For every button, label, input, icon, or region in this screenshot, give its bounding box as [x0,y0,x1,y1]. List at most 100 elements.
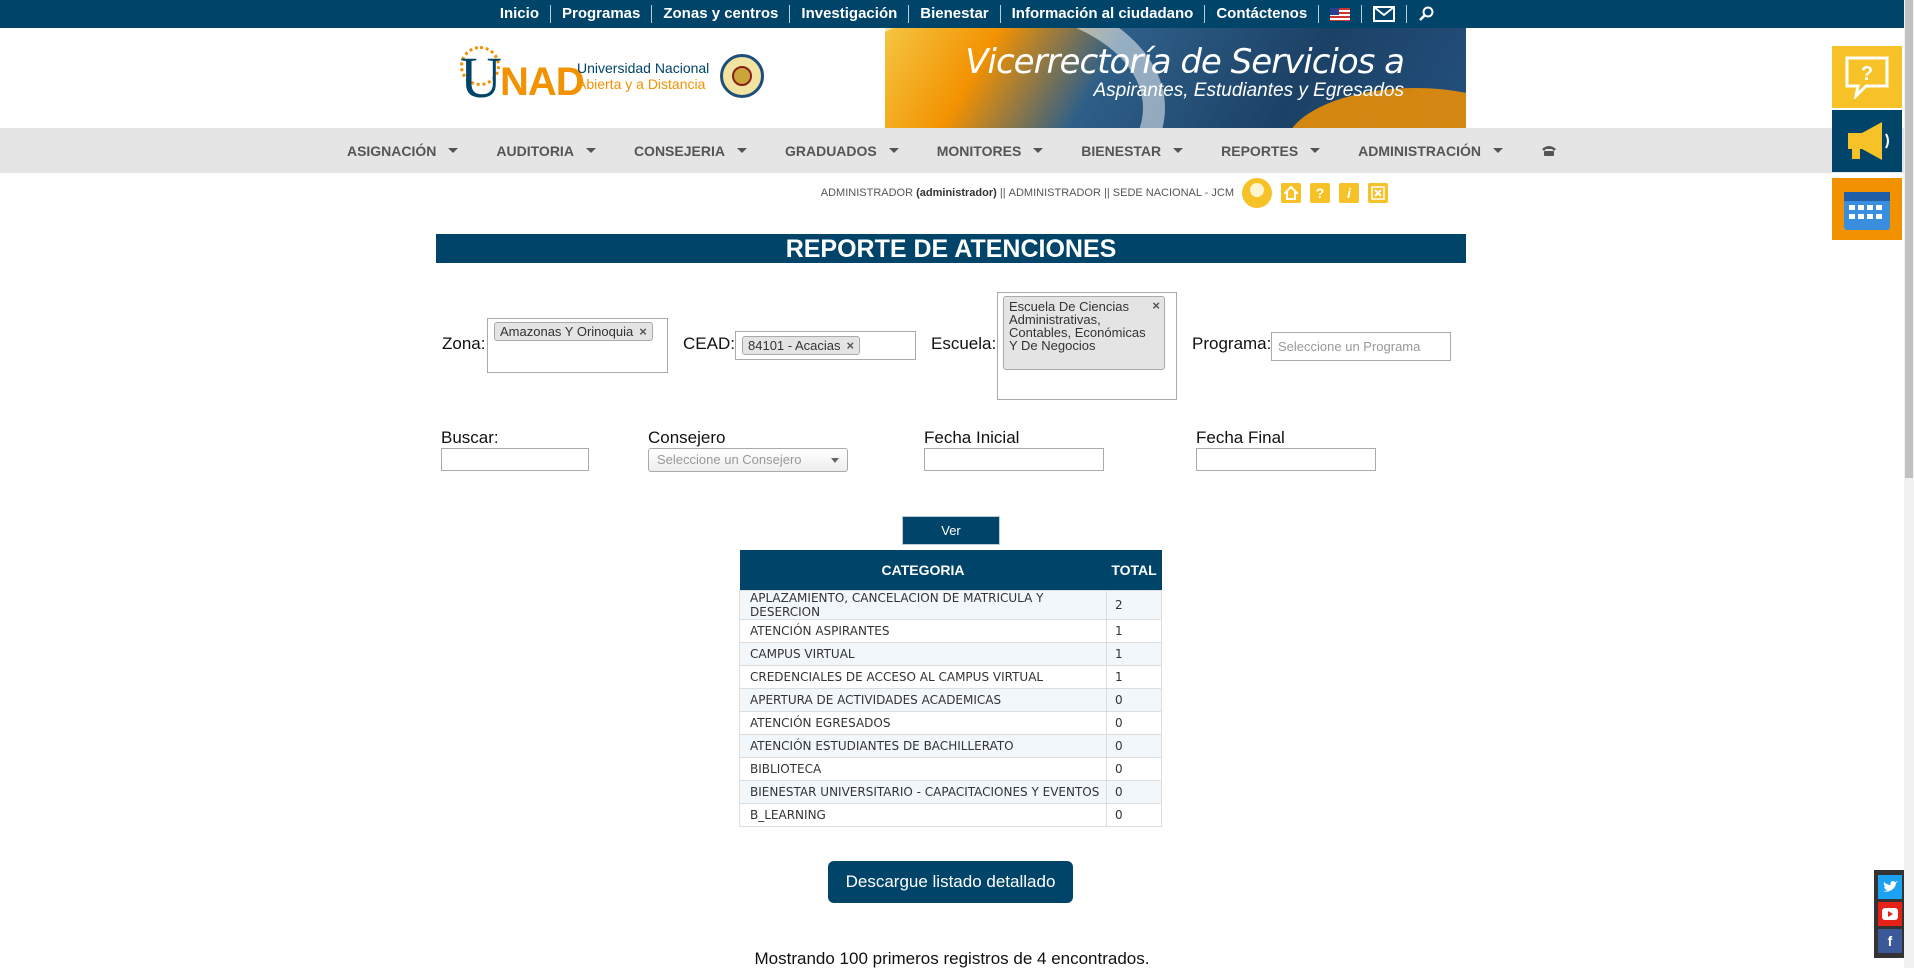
question-bubble-icon[interactable]: ? [1832,46,1902,108]
menu-graduados[interactable]: GRADUADOS [766,143,918,159]
separator: || [999,187,1006,199]
caret-down-icon [448,148,459,153]
tag-label: Escuela De Ciencias Administrativas, Con… [1009,299,1146,353]
menu-reportes[interactable]: REPORTES [1202,143,1339,159]
nav-link-informacion[interactable]: Información al ciudadano [1001,5,1206,23]
cead-selected-tag: 84101 - Acacias × [742,336,861,355]
total-cell: 1 [1106,664,1162,689]
user-role: ADMINISTRADOR [820,187,914,199]
menu-consejeria[interactable]: CONSEJERIA [615,143,766,159]
consejero-placeholder: Seleccione un Consejero [657,452,802,467]
consejero-select[interactable]: Seleccione un Consejero [648,448,848,472]
nav-link-zonas[interactable]: Zonas y centros [652,5,791,23]
caret-down-icon [585,148,596,153]
scrollbar-thumb[interactable] [1905,0,1913,478]
records-count-text: Mostrando 100 primeros registros de 4 en… [754,949,1150,968]
consejero-label: Consejero [648,428,726,447]
logo-u: U [460,45,502,110]
programa-input[interactable]: Seleccione un Programa [1271,332,1451,361]
remove-tag-icon[interactable]: × [639,324,647,339]
zona-label: Zona: [442,334,486,353]
total-cell: 0 [1106,779,1162,804]
menu-label: BIENESTAR [1081,142,1162,159]
university-name-line1: Universidad Nacional [577,60,710,76]
zona-multiselect[interactable]: Amazonas Y Orinoquia × [487,318,668,373]
escuela-multiselect[interactable]: Escuela De Ciencias Administrativas, Con… [997,292,1177,400]
megaphone-icon[interactable] [1832,110,1902,172]
download-list-button[interactable]: Descargue listado detallado [828,861,1073,903]
close-icon[interactable] [1368,183,1388,203]
page: { "topnav": { "links": ["Inicio", "Progr… [0,0,1914,968]
total-cell: 0 [1106,802,1162,827]
fecha-final-input[interactable] [1196,448,1376,471]
banner-subtitle: Aspirantes, Estudiantes y Egresados [1093,80,1404,101]
user-info-bar: ADMINISTRADOR (administrador) || ADMINIS… [821,178,1388,208]
buscar-label: Buscar: [441,428,499,447]
zona-selected-tag: Amazonas Y Orinoquia × [494,322,653,341]
avatar[interactable] [1242,178,1272,208]
buscar-input[interactable] [441,448,589,471]
table-row: BIBLIOTECA 0 [739,756,1162,781]
nav-link-investigacion[interactable]: Investigación [790,5,910,23]
category-cell: BIBLIOTECA [739,756,1107,781]
table-header-row: CATEGORIA TOTAL [739,550,1162,590]
home-icon[interactable] [1281,183,1301,203]
calendar-icon[interactable] [1832,178,1902,240]
nav-link-contactenos[interactable]: Contáctenos [1205,5,1320,23]
separator: || [1103,187,1110,199]
menu-bienestar[interactable]: BIENESTAR [1062,143,1202,159]
total-cell: 2 [1106,589,1162,620]
menu-administracion[interactable]: ADMINISTRACIÓN [1339,143,1522,159]
total-cell: 0 [1106,710,1162,735]
table-row: ATENCIÓN EGRESADOS 0 [739,710,1162,735]
table-row: CAMPUS VIRTUAL 1 [739,641,1162,666]
help-icon[interactable]: ? [1310,183,1330,203]
remove-tag-icon[interactable]: × [1152,299,1160,312]
nav-link-programas[interactable]: Programas [551,5,653,23]
phone-icon[interactable] [1522,145,1576,157]
user-username: (administrador) [916,187,997,199]
menu-monitores[interactable]: MONITORES [918,143,1063,159]
category-cell: APLAZAMIENTO, CANCELACION DE MATRICULA Y… [739,589,1107,620]
category-cell: ATENCIÓN ASPIRANTES [739,618,1107,643]
tag-label: 84101 - Acacias [748,338,841,353]
category-cell: B_LEARNING [739,802,1107,827]
caret-down-icon [1033,148,1044,153]
ver-button[interactable]: Ver [902,516,1000,545]
total-cell: 1 [1106,618,1162,643]
total-cell: 0 [1106,733,1162,758]
total-cell: 0 [1106,756,1162,781]
unad-logo[interactable]: U NAD Universidad Nacional Abierta y a D… [460,46,760,116]
caret-down-icon [1173,148,1184,153]
programa-label: Programa: [1192,334,1272,353]
top-navigation-bar: Inicio Programas Zonas y centros Investi… [0,0,1904,28]
mail-icon[interactable] [1362,5,1408,23]
twitter-icon[interactable] [1878,875,1902,899]
fecha-final-label: Fecha Final [1196,428,1285,447]
fecha-inicial-input[interactable] [924,448,1104,471]
menu-auditoria[interactable]: AUDITORIA [477,143,615,159]
table-row: ATENCIÓN ASPIRANTES 1 [739,618,1162,643]
youtube-icon[interactable] [1878,902,1902,926]
facebook-icon[interactable]: f [1878,929,1902,953]
remove-tag-icon[interactable]: × [847,338,855,353]
menu-label: ADMINISTRACIÓN [1358,142,1482,159]
menu-asignacion[interactable]: ASIGNACIÓN [328,143,477,159]
table-row: APERTURA DE ACTIVIDADES ACADEMICAS 0 [739,687,1162,712]
nav-link-inicio[interactable]: Inicio [489,5,551,23]
cead-multiselect[interactable]: 84101 - Acacias × [735,331,916,360]
nav-link-bienestar[interactable]: Bienestar [909,5,1001,23]
escuela-selected-tag: Escuela De Ciencias Administrativas, Con… [1003,296,1165,370]
page-scrollbar[interactable] [1904,0,1914,968]
column-header-categoria[interactable]: CATEGORIA [739,550,1107,590]
category-cell: APERTURA DE ACTIVIDADES ACADEMICAS [739,687,1107,712]
menu-label: REPORTES [1221,142,1299,159]
site-header: U NAD Universidad Nacional Abierta y a D… [455,28,1466,128]
colombia-seal-icon [720,54,764,98]
info-icon[interactable]: i [1339,183,1359,203]
search-icon[interactable] [1407,5,1445,23]
column-header-total[interactable]: TOTAL [1106,550,1162,590]
logo-nad: NAD [500,60,585,104]
us-flag-icon[interactable] [1319,5,1363,23]
escuela-label: Escuela: [931,334,997,353]
